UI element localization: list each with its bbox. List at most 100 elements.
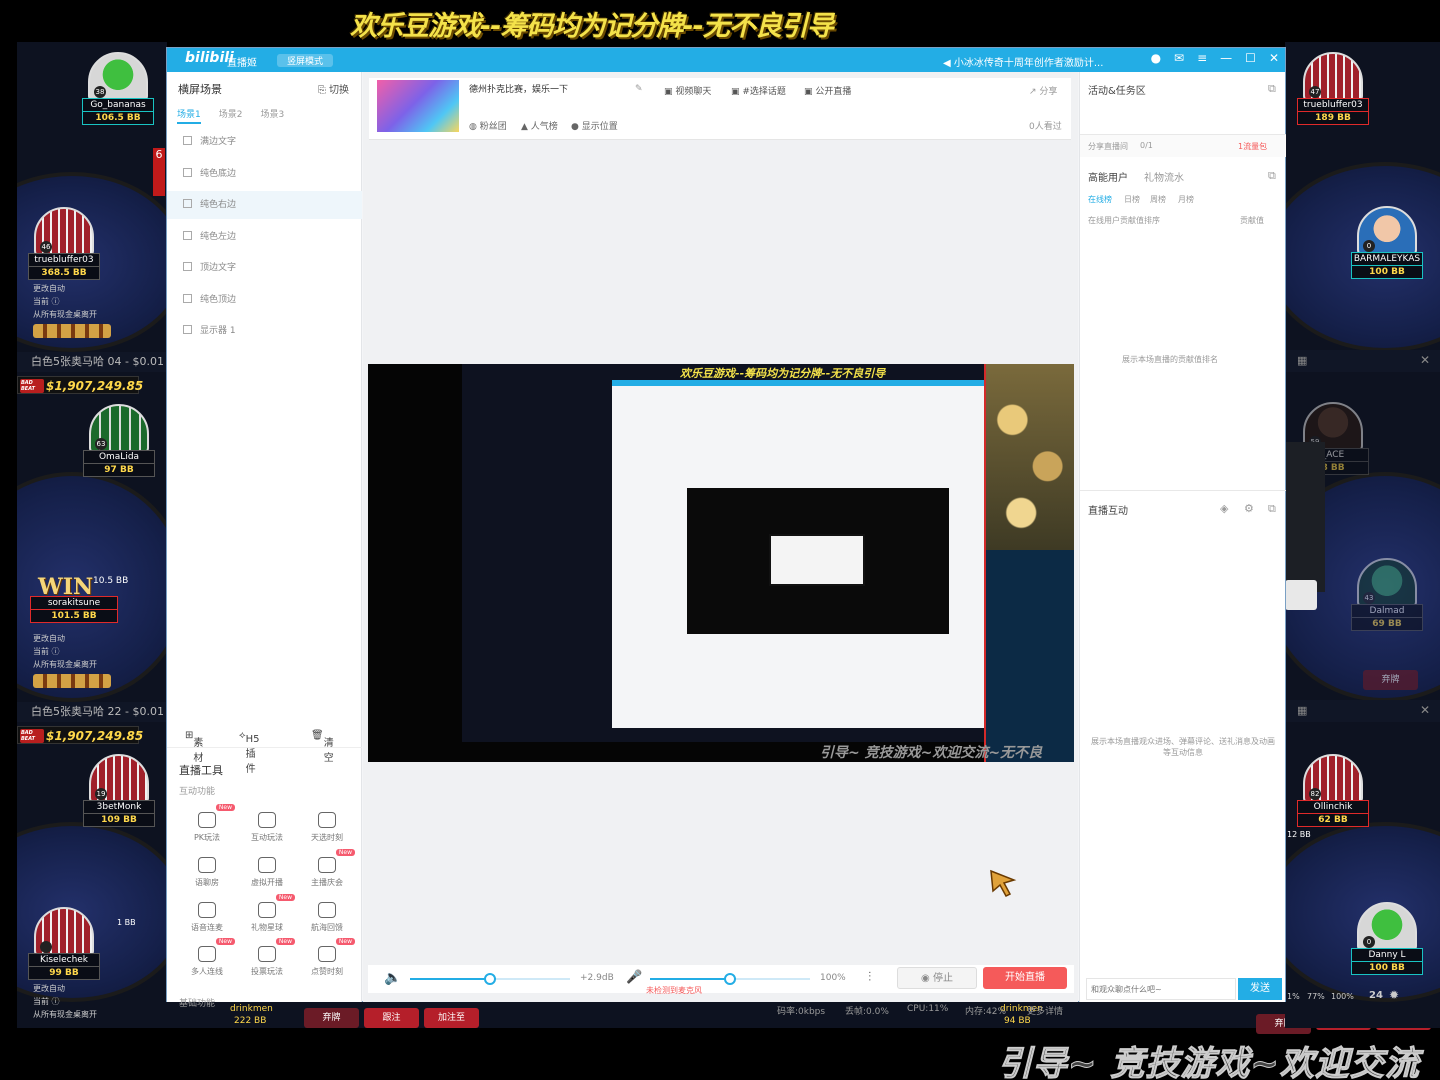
tab-daily[interactable]: 日榜 bbox=[1124, 194, 1140, 205]
live-title-input[interactable]: 德州扑克比赛，娱乐一下 bbox=[469, 82, 649, 98]
player-seat[interactable]: 46 truebluffer03 368.5 BB bbox=[28, 207, 100, 280]
player-seat[interactable]: 43 Dalmad 69 BB bbox=[1351, 558, 1423, 631]
source-item[interactable]: 满边文字 bbox=[167, 128, 362, 156]
topic-button[interactable]: ▣ #选择话题 bbox=[731, 84, 786, 97]
tab-scene-1[interactable]: 场景1 bbox=[177, 107, 201, 124]
mail-icon[interactable]: ✉ bbox=[1174, 51, 1184, 65]
tab-online[interactable]: 在线榜 bbox=[1088, 194, 1112, 205]
player-seat[interactable]: 63 OmaLida 97 BB bbox=[83, 404, 155, 477]
player-seat[interactable]: 38 Go_bananas 106.5 BB bbox=[82, 52, 154, 125]
fold-button[interactable]: 弃牌 bbox=[304, 1008, 359, 1028]
video-chat-button[interactable]: ▣ 视频聊天 bbox=[664, 84, 711, 97]
source-item[interactable]: 显示器 1 bbox=[167, 317, 362, 345]
tool-gift-planet[interactable]: New 礼物星球 bbox=[237, 894, 297, 933]
location-button[interactable]: ● 显示位置 bbox=[571, 119, 618, 132]
tab-weekly[interactable]: 周榜 bbox=[1150, 194, 1166, 205]
start-live-button[interactable]: 开始直播 bbox=[983, 967, 1067, 989]
mixer-icon[interactable]: ⫶ bbox=[868, 970, 871, 985]
player-seat-winner[interactable]: WIN 10.5 BB sorakitsune 101.5 BB bbox=[30, 570, 128, 623]
tab-monthly[interactable]: 月榜 bbox=[1178, 194, 1194, 205]
top-banner: 欢乐豆游戏--筹码均为记分牌--无不良引导 bbox=[350, 11, 834, 42]
source-item[interactable]: 纯色右边 bbox=[167, 191, 362, 219]
table-strip[interactable]: 白色5张奥马哈 04 - $0.01 / $0 bbox=[17, 352, 167, 372]
popout-icon[interactable]: ⧉ bbox=[1268, 82, 1276, 96]
live-cover[interactable] bbox=[377, 80, 459, 132]
switch-button[interactable]: ⎘ 切换 bbox=[318, 81, 349, 96]
tool-virtual[interactable]: 虚拟开播 bbox=[237, 857, 297, 888]
call-button[interactable]: 跟注 bbox=[364, 1008, 419, 1028]
tab-scene-2[interactable]: 场景2 bbox=[219, 107, 243, 124]
close-icon[interactable]: ✕ bbox=[1269, 51, 1279, 65]
grid-icon[interactable]: ▦ bbox=[1297, 704, 1307, 717]
volume-knob[interactable] bbox=[484, 973, 496, 985]
source-item[interactable]: 纯色顶边 bbox=[167, 286, 362, 314]
preset-pct[interactable]: 1% bbox=[1287, 992, 1300, 1001]
player-seat[interactable]: 82 Ollinchik 62 BB bbox=[1297, 754, 1369, 827]
speaker-icon[interactable]: 🔈 bbox=[384, 970, 401, 986]
popout-icon[interactable]: ⧉ bbox=[1268, 502, 1276, 516]
h5-plugin-button[interactable]: ⟡ H5插件 bbox=[239, 730, 260, 775]
tab-gift-flow[interactable]: 礼物流水 bbox=[1144, 169, 1184, 184]
fan-club-button[interactable]: ◍ 粉丝团 bbox=[469, 119, 507, 132]
source-label: 顶边文字 bbox=[200, 263, 237, 273]
share-button[interactable]: ↗ 分享 bbox=[1029, 84, 1057, 97]
menu-icon[interactable]: ≡ bbox=[1197, 51, 1207, 65]
chat-input[interactable] bbox=[1086, 978, 1236, 1000]
tool-celebration[interactable]: New 主播庆会 bbox=[297, 849, 357, 888]
stop-button[interactable]: ◉ 停止 bbox=[897, 967, 977, 989]
tool-vote[interactable]: New 投票玩法 bbox=[237, 938, 297, 977]
fold-button[interactable]: 弃牌 bbox=[1363, 670, 1418, 690]
gear-icon[interactable]: ⚙ bbox=[1244, 502, 1254, 515]
tab-high-energy[interactable]: 高能用户 bbox=[1088, 169, 1128, 184]
source-item[interactable]: 顶边文字 bbox=[167, 254, 362, 282]
minimize-icon[interactable]: — bbox=[1220, 51, 1232, 65]
settings-icon[interactable]: ✹ bbox=[1389, 988, 1399, 1002]
tool-multi-link[interactable]: New 多人连线 bbox=[177, 938, 237, 977]
clear-button[interactable]: 🗑 清空 bbox=[311, 730, 334, 764]
preset-pct[interactable]: 77% bbox=[1307, 992, 1325, 1001]
table-strip[interactable]: 白色5张奥马哈 22 - $0.01 / $0 bbox=[17, 702, 167, 722]
tool-pk[interactable]: New PK玩法 bbox=[177, 804, 237, 843]
side-panel-button[interactable] bbox=[1285, 580, 1317, 610]
user-avatar-icon[interactable]: ● bbox=[1151, 51, 1161, 65]
source-item[interactable]: 纯色左边 bbox=[167, 223, 362, 251]
microphone-icon[interactable]: 🎤 bbox=[626, 970, 642, 985]
share-task-row[interactable]: 分享直播间 0/1 1流量包 bbox=[1080, 135, 1286, 157]
live-preview[interactable]: 欢乐豆游戏--筹码均为记分牌--无不良引导 引导~ 竞技游戏~欢迎交流~无不良 bbox=[368, 364, 1074, 762]
more-details-link[interactable]: 更多详情 bbox=[1027, 1004, 1063, 1017]
tool-interactive[interactable]: 互动玩法 bbox=[237, 812, 297, 843]
filter-icon[interactable]: ◈ bbox=[1220, 502, 1228, 515]
player-seat[interactable]: 19 3betMonk 109 BB bbox=[83, 754, 155, 827]
tool-lottery[interactable]: 天选时刻 bbox=[297, 812, 357, 843]
send-button[interactable]: 发送 bbox=[1238, 978, 1282, 1000]
tools-subtitle: 互动功能 bbox=[179, 787, 216, 797]
close-icon[interactable]: ✕ bbox=[1420, 353, 1430, 367]
popout-icon[interactable]: ⧉ bbox=[1268, 169, 1276, 183]
player-seat[interactable]: Kiselechek 99 BB bbox=[28, 907, 100, 980]
maximize-icon[interactable]: ☐ bbox=[1245, 51, 1256, 65]
close-icon[interactable]: ✕ bbox=[1420, 703, 1430, 717]
player-seat[interactable]: 0 Danny L 100 BB bbox=[1351, 902, 1423, 975]
voice-room-icon bbox=[198, 857, 216, 873]
portrait-mode-toggle[interactable]: 竖屏模式 bbox=[277, 54, 334, 67]
grid-icon[interactable]: ▦ bbox=[1297, 354, 1307, 367]
level-badge: 19 bbox=[95, 788, 107, 800]
material-button[interactable]: ⊞ 素材 bbox=[185, 730, 203, 764]
public-live-button[interactable]: ▣ 公开直播 bbox=[804, 84, 851, 97]
material-label: 素材 bbox=[193, 738, 204, 764]
player-seat[interactable]: 47 truebluffer03 189 BB bbox=[1297, 52, 1369, 125]
tool-voice-link[interactable]: 语音连麦 bbox=[177, 902, 237, 933]
player-seat[interactable]: 0 BARMALEYKAS 100 BB bbox=[1351, 206, 1423, 279]
tool-voice-room[interactable]: 语聊房 bbox=[177, 857, 237, 888]
edit-icon[interactable]: ✎ bbox=[635, 84, 643, 94]
raise-button[interactable]: 加注至 bbox=[424, 1008, 479, 1028]
tab-scene-3[interactable]: 场景3 bbox=[260, 107, 284, 124]
notice-ticker[interactable]: ◀ 小冰冰传奇十周年创作者激励计... bbox=[943, 54, 1103, 69]
mic-knob[interactable] bbox=[724, 973, 736, 985]
preset-pct[interactable]: 100% bbox=[1331, 992, 1354, 1001]
chip-label: #选择话题 bbox=[742, 87, 786, 97]
popularity-button[interactable]: ▲ 人气榜 bbox=[521, 119, 558, 132]
source-item[interactable]: 纯色底边 bbox=[167, 160, 362, 188]
tool-like[interactable]: New 点赞时刻 bbox=[297, 938, 357, 977]
tool-voyage[interactable]: 航海回馈 bbox=[297, 902, 357, 933]
